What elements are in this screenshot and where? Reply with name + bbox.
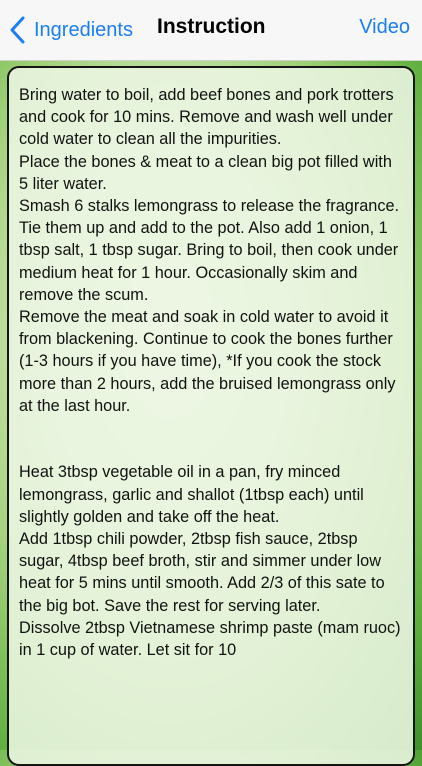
step-paragraph: Place the bones & meat to a clean big po… [19, 152, 392, 193]
step-paragraph: Add 1tbsp chili powder, 2tbsp fish sauce… [19, 530, 385, 615]
step-paragraph: Smash 6 stalks lemongrass to release the… [19, 197, 400, 304]
page-title: Instruction [157, 15, 266, 38]
instructions-panel[interactable]: Bring water to boil, add beef bones and … [7, 66, 415, 766]
instructions-text: Bring water to boil, add beef bones and … [9, 68, 413, 661]
navigation-bar: Ingredients Instruction Video [0, 0, 422, 61]
step-paragraph: Remove the meat and soak in cold water t… [19, 308, 396, 415]
step-paragraph: Dissolve 2tbsp Vietnamese shrimp paste (… [19, 618, 401, 660]
step-paragraph: Heat 3tbsp vegetable oil in a pan, fry m… [19, 463, 364, 526]
chevron-left-icon [10, 16, 25, 44]
video-button[interactable]: Video [359, 16, 410, 39]
step-paragraph: Bring water to boil, add beef bones and … [19, 86, 394, 149]
back-button-label: Ingredients [34, 18, 133, 41]
back-button[interactable]: Ingredients [8, 12, 133, 48]
